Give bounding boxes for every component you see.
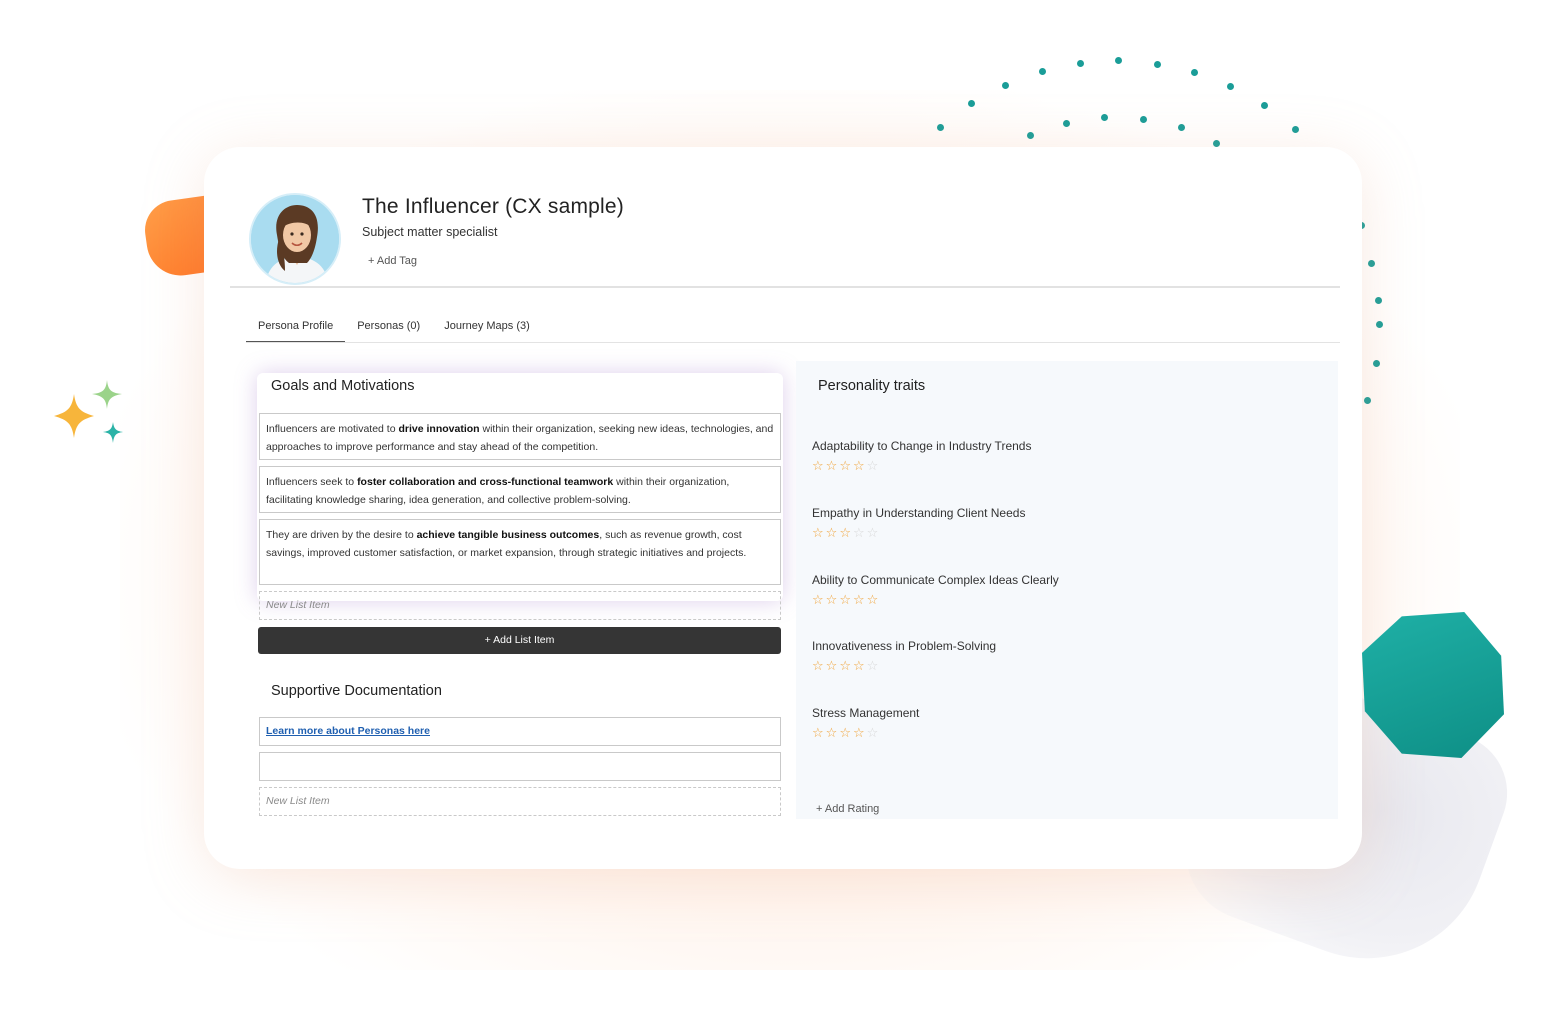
decorative-dot	[1140, 116, 1147, 123]
persona-card: The Influencer (CX sample) Subject matte…	[204, 147, 1362, 869]
goal-item-3[interactable]: They are driven by the desire to achieve…	[259, 519, 781, 585]
star-icon[interactable]: ☆	[826, 659, 838, 672]
star-icon[interactable]: ☆	[839, 459, 851, 472]
decorative-dot	[1368, 260, 1375, 267]
decorative-dot	[1115, 57, 1122, 64]
star-icon[interactable]: ☆	[812, 659, 824, 672]
trait-label: Ability to Communicate Complex Ideas Cle…	[812, 573, 1059, 587]
trait-label: Adaptability to Change in Industry Trend…	[812, 439, 1032, 453]
goal-item-1[interactable]: Influencers are motivated to drive innov…	[259, 413, 781, 460]
goal-emphasis: drive innovation	[398, 423, 480, 435]
decorative-dot	[1101, 114, 1108, 121]
goal-text: Influencers seek to	[266, 476, 358, 488]
star-icon[interactable]: ☆	[826, 526, 838, 539]
star-icon[interactable]: ☆	[812, 726, 824, 739]
sparkle-icon	[54, 380, 123, 443]
star-icon[interactable]: ☆	[867, 459, 879, 472]
star-icon[interactable]: ☆	[853, 459, 865, 472]
tab-journey-maps[interactable]: Journey Maps (3)	[432, 315, 542, 343]
decorative-dot	[1292, 126, 1299, 133]
decorative-dot	[1227, 83, 1234, 90]
star-icon[interactable]: ☆	[826, 459, 838, 472]
decorative-dot	[1376, 321, 1383, 328]
documentation-title: Supportive Documentation	[271, 683, 442, 699]
goal-emphasis: achieve tangible business outcomes	[416, 529, 600, 541]
star-icon[interactable]: ☆	[826, 593, 838, 606]
add-list-item-button[interactable]: + Add List Item	[258, 627, 781, 654]
decorative-dot	[1027, 132, 1034, 139]
goals-title: Goals and Motivations	[271, 378, 415, 394]
trait-label: Innovativeness in Problem-Solving	[812, 639, 997, 653]
trait-label: Empathy in Understanding Client Needs	[812, 506, 1026, 520]
star-icon[interactable]: ☆	[867, 726, 879, 739]
person-avatar-icon	[251, 195, 339, 283]
star-icon[interactable]: ☆	[853, 593, 865, 606]
star-icon[interactable]: ☆	[867, 593, 879, 606]
star-rating: ☆ ☆ ☆ ☆ ☆	[812, 593, 878, 606]
decorative-dot	[1178, 124, 1185, 131]
star-icon[interactable]: ☆	[812, 526, 824, 539]
decorative-dot	[1375, 297, 1382, 304]
tab-personas[interactable]: Personas (0)	[345, 315, 432, 343]
decorative-dot	[1373, 360, 1380, 367]
star-rating: ☆ ☆ ☆ ☆ ☆	[812, 459, 878, 472]
header-divider	[230, 286, 1340, 288]
star-icon[interactable]: ☆	[853, 659, 865, 672]
star-rating: ☆ ☆ ☆ ☆ ☆	[812, 726, 878, 739]
goal-item-2[interactable]: Influencers seek to foster collaboration…	[259, 466, 781, 513]
decorative-dot	[937, 124, 944, 131]
decorative-dot	[1154, 61, 1161, 68]
star-icon[interactable]: ☆	[867, 659, 879, 672]
star-rating: ☆ ☆ ☆ ☆ ☆	[812, 659, 878, 672]
star-icon[interactable]: ☆	[839, 659, 851, 672]
goal-emphasis: foster collaboration and cross-functiona…	[357, 476, 614, 488]
star-icon[interactable]: ☆	[826, 726, 838, 739]
documentation-empty-item[interactable]	[259, 752, 781, 781]
documentation-link-item: Learn more about Personas here	[259, 717, 781, 746]
tabs-divider	[246, 342, 1340, 343]
persona-subtitle: Subject matter specialist	[362, 225, 498, 239]
personas-link[interactable]: Learn more about Personas here	[266, 725, 430, 737]
trait-label: Stress Management	[812, 706, 920, 720]
persona-name: The Influencer (CX sample)	[362, 195, 624, 218]
star-icon[interactable]: ☆	[812, 593, 824, 606]
traits-title: Personality traits	[818, 378, 926, 394]
star-icon[interactable]: ☆	[839, 526, 851, 539]
decorative-dot	[1364, 397, 1371, 404]
star-icon[interactable]: ☆	[853, 726, 865, 739]
documentation-new-item-input[interactable]: New List Item	[259, 787, 781, 816]
personality-traits-panel: Personality traits Adaptability to Chang…	[796, 361, 1338, 819]
tab-persona-profile[interactable]: Persona Profile	[246, 315, 346, 343]
star-icon[interactable]: ☆	[839, 726, 851, 739]
star-rating: ☆ ☆ ☆ ☆ ☆	[812, 526, 878, 539]
star-icon[interactable]: ☆	[812, 459, 824, 472]
decorative-dot	[1063, 120, 1070, 127]
decorative-dot	[1261, 102, 1268, 109]
star-icon[interactable]: ☆	[853, 526, 865, 539]
add-tag-button[interactable]: + Add Tag	[368, 255, 417, 267]
goals-new-item-input[interactable]: New List Item	[259, 591, 781, 620]
decorative-dot	[968, 100, 975, 107]
add-rating-button[interactable]: + Add Rating	[816, 803, 879, 815]
star-icon[interactable]: ☆	[839, 593, 851, 606]
goal-text: Influencers are motivated to	[266, 423, 399, 435]
decorative-dot	[1039, 68, 1046, 75]
decorative-dot	[1077, 60, 1084, 67]
tab-bar: Persona Profile Personas (0) Journey Map…	[246, 315, 542, 343]
decorative-dot	[1002, 82, 1009, 89]
decorative-dot	[1213, 140, 1220, 147]
decorative-dot	[1191, 69, 1198, 76]
star-icon[interactable]: ☆	[867, 526, 879, 539]
goal-text: They are driven by the desire to	[266, 529, 417, 541]
avatar	[249, 193, 341, 285]
